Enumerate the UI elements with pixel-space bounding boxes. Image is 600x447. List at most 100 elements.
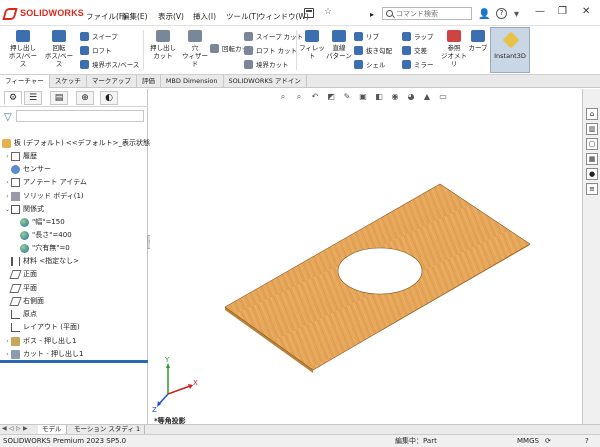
tab-sketch[interactable]: スケッチ <box>50 75 87 88</box>
expand-arrow-icon[interactable]: › <box>4 153 11 160</box>
restore-icon[interactable]: ❐ <box>558 6 567 17</box>
tree-item-origin[interactable]: 原点 <box>11 309 37 319</box>
tab-evaluate[interactable]: 評価 <box>137 75 161 88</box>
boundary-boss-button[interactable]: 境界ボス/ベース <box>80 59 139 69</box>
plate-part[interactable] <box>224 183 531 373</box>
extrude-cut-button[interactable]: 押し出し カット <box>146 30 180 60</box>
tree-item-sensors[interactable]: センサー <box>11 164 51 174</box>
tab-markup[interactable]: マークアップ <box>87 75 137 88</box>
rib-button[interactable]: リブ <box>354 31 379 41</box>
boundary-cut-button[interactable]: 境界カット <box>244 59 289 69</box>
prev-tab-icon[interactable]: ◁ <box>9 425 14 432</box>
help-icon[interactable]: ? <box>496 8 507 19</box>
instant3d-button[interactable]: Instant3D <box>490 27 530 73</box>
configuration-manager-tab-icon[interactable]: ▤ <box>50 91 68 105</box>
hole-wizard-button[interactable]: 穴 ウィザード <box>180 30 210 68</box>
command-manager: 押し出し ボス/ベース 回転 ボス/ベース スイープ ロフト 境界ボス/ベース … <box>0 26 600 75</box>
tab-mbd-dimension[interactable]: MBD Dimension <box>161 75 224 88</box>
first-tab-icon[interactable]: ◀ <box>2 425 7 432</box>
view-palette-icon[interactable]: ▦ <box>586 153 598 165</box>
filter-input[interactable] <box>16 110 144 122</box>
draft-button[interactable]: 抜き勾配 <box>354 45 392 55</box>
pin-icon[interactable]: ☆ <box>324 7 332 17</box>
tree-item-annotations[interactable]: › アノテート アイテム <box>4 177 87 187</box>
tree-item-label: 材料 <指定なし> <box>23 257 79 265</box>
menu-edit[interactable]: 編集(E) <box>122 11 148 22</box>
property-manager-tab-icon[interactable]: ☰ <box>24 91 42 105</box>
tab-features[interactable]: フィーチャー <box>0 75 50 88</box>
design-library-icon[interactable]: ▥ <box>586 123 598 135</box>
tree-item-layout[interactable]: レイアウト (平面) <box>11 322 80 332</box>
menu-view[interactable]: 表示(V) <box>158 11 184 22</box>
cut-extrude-icon <box>11 349 20 359</box>
rollback-bar[interactable] <box>0 360 148 363</box>
tab-addins[interactable]: SOLIDWORKS アドイン <box>224 75 307 88</box>
intersect-button[interactable]: 交差 <box>402 45 427 55</box>
display-manager-tab-icon[interactable]: ◐ <box>100 91 118 105</box>
tree-item-solid-bodies[interactable]: › ソリッド ボディ(1) <box>4 191 84 201</box>
tree-item-right-plane[interactable]: 右側面 <box>9 296 44 306</box>
revolve-boss-button[interactable]: 回転 ボス/ベース <box>42 30 76 68</box>
command-search-box[interactable] <box>382 7 472 20</box>
fillet-button[interactable]: フィレット <box>298 30 326 60</box>
command-search-input[interactable] <box>396 8 470 19</box>
reference-geometry-button[interactable]: 参照 ジオメトリ <box>440 30 468 68</box>
rebuild-icon[interactable]: ⟳ <box>545 435 551 447</box>
tree-item-boss-extrude[interactable]: › ボス - 押し出し1 <box>4 336 76 346</box>
tree-item-history[interactable]: › 履歴 <box>4 151 37 161</box>
sweep-button[interactable]: スイープ <box>80 31 118 41</box>
expand-arrow-icon[interactable]: › <box>4 179 11 186</box>
global-variable-icon <box>20 217 29 227</box>
menu-file[interactable]: ファイル(F) <box>86 11 126 22</box>
extrude-cut-label: 押し出し カット <box>150 44 176 60</box>
unit-system[interactable]: MMGS <box>517 435 539 447</box>
close-icon[interactable]: ✕ <box>582 6 590 17</box>
tree-root[interactable]: 板 (デフォルト) <<デフォルト>_表示状態 1> <box>2 138 163 148</box>
wrap-button[interactable]: ラップ <box>402 31 434 41</box>
tree-item-equation-width[interactable]: "幅"=150 <box>20 217 65 227</box>
feature-manager-tab-icon[interactable]: ⚙ <box>4 91 22 105</box>
dimxpert-tab-icon[interactable]: ⊕ <box>76 91 94 105</box>
menu-tools[interactable]: ツール(T) <box>226 11 259 22</box>
menu-window[interactable]: ウィンドウ(W) <box>258 11 309 22</box>
lofted-cut-button[interactable]: ロフト カット <box>244 45 297 55</box>
custom-properties-icon[interactable]: ≡ <box>586 183 598 195</box>
extrude-boss-button[interactable]: 押し出し ボス/ベース <box>6 30 40 68</box>
window-menu-icon[interactable] <box>304 8 314 18</box>
tree-item-cut-extrude[interactable]: › カット - 押し出し1 <box>4 349 83 359</box>
minimize-icon[interactable]: — <box>535 6 545 17</box>
swept-cut-button[interactable]: スイープ カット <box>244 31 303 41</box>
curves-label: カーブ <box>468 44 488 52</box>
mirror-button[interactable]: ミラー <box>402 59 434 69</box>
collapse-arrow-icon[interactable]: ⌄ <box>4 206 11 213</box>
tree-item-front-plane[interactable]: 正面 <box>9 269 37 279</box>
graphics-area[interactable]: ⌕ ⌕ ↶ ◩ ✎ ▣ ◧ ◉ ◕ ▲ ▭ Y X Z *等角投影 <box>150 89 582 425</box>
dropdown-arrow-icon[interactable]: ▾ <box>514 9 519 20</box>
next-tab-icon[interactable]: ▷ <box>16 425 21 432</box>
tree-item-material[interactable]: 材料 <指定なし> <box>11 256 79 266</box>
through-hole[interactable] <box>337 247 423 295</box>
curves-button[interactable]: カーブ <box>466 30 490 52</box>
solidworks-resources-icon[interactable]: ⌂ <box>586 108 598 120</box>
last-tab-icon[interactable]: ▶ <box>23 425 28 432</box>
shell-button[interactable]: シェル <box>354 59 386 69</box>
tree-item-equation-hole[interactable]: "穴有無"=0 <box>20 243 70 253</box>
file-explorer-icon[interactable]: ▢ <box>586 138 598 150</box>
appearances-icon[interactable]: ● <box>586 168 598 180</box>
search-options-arrow-icon[interactable]: ▸ <box>370 10 374 19</box>
tree-item-top-plane[interactable]: 平面 <box>9 283 37 293</box>
tree-item-equation-length[interactable]: "長さ"=400 <box>20 230 72 240</box>
menu-insert[interactable]: 挿入(I) <box>193 11 216 22</box>
filter-icon[interactable]: ▽ <box>4 112 12 123</box>
expand-arrow-icon[interactable]: › <box>4 338 11 345</box>
mirror-icon <box>402 59 411 69</box>
expand-arrow-icon[interactable]: › <box>4 351 11 358</box>
loft-button[interactable]: ロフト <box>80 45 112 55</box>
solidworks-logo[interactable]: SOLIDWORKS <box>4 7 84 18</box>
linear-pattern-button[interactable]: 直線 パターン <box>326 30 352 60</box>
help-status-icon[interactable]: ? <box>585 435 589 447</box>
model-canvas[interactable] <box>150 89 582 424</box>
user-icon[interactable]: 👤 <box>478 9 490 20</box>
tree-item-equations[interactable]: ⌄ 関係式 <box>4 204 44 214</box>
expand-arrow-icon[interactable]: › <box>4 193 11 200</box>
